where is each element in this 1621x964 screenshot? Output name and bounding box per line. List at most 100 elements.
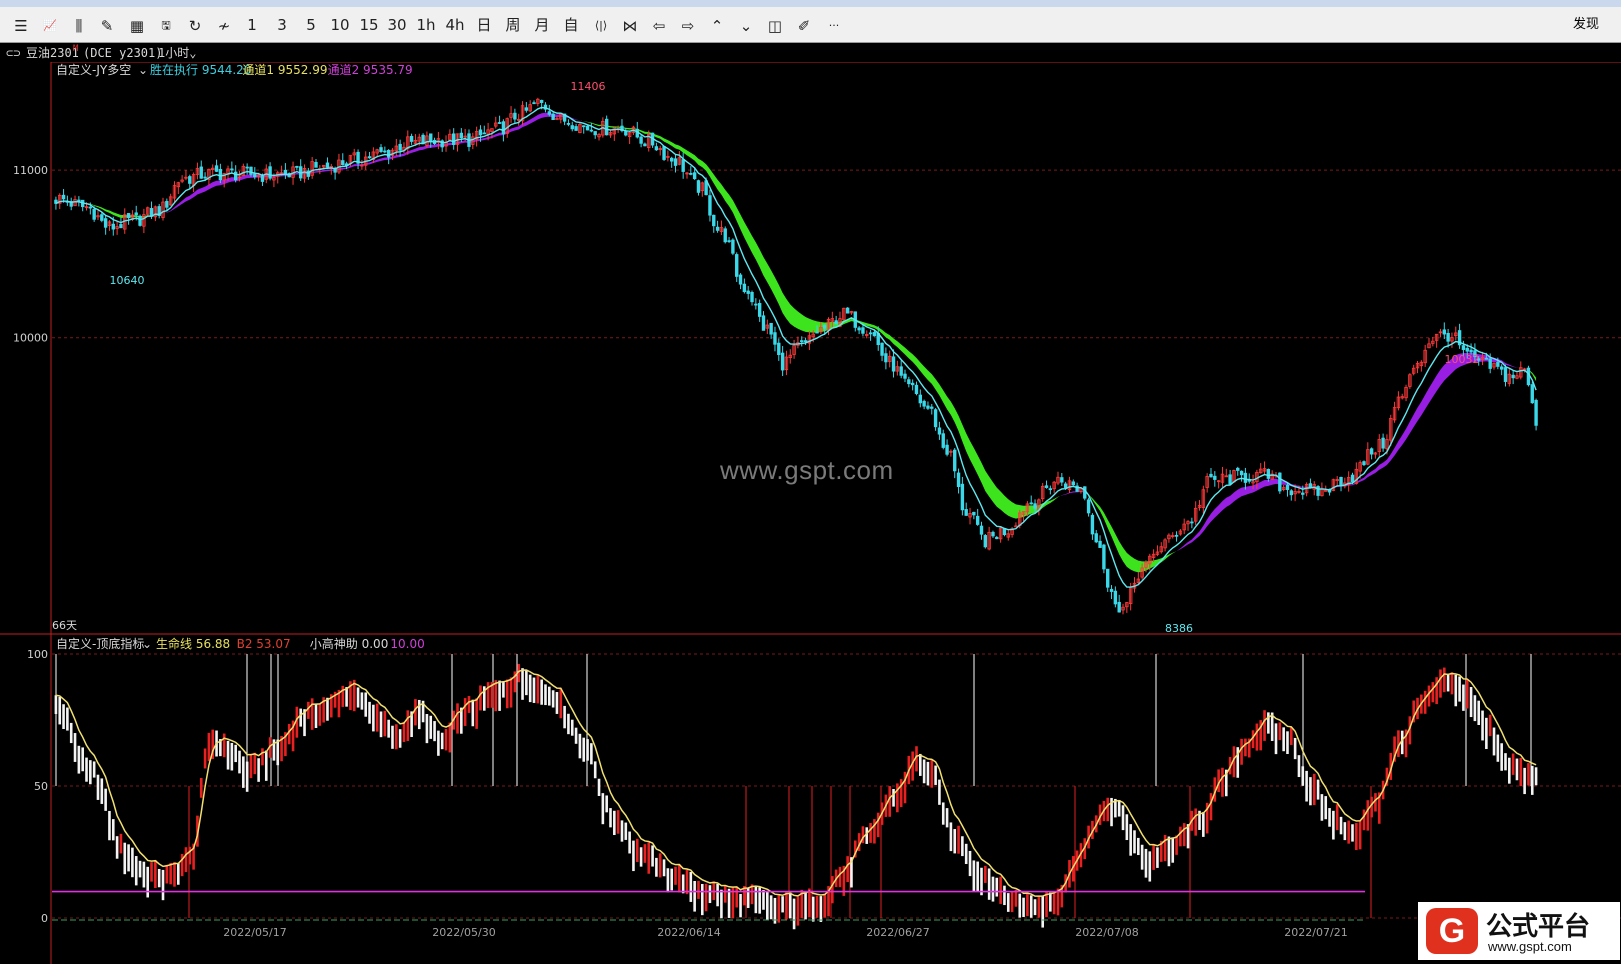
discover-button[interactable]: 发现 <box>1573 7 1599 43</box>
osc-bar <box>999 876 1002 904</box>
osc-bar <box>746 887 750 908</box>
osc-bar <box>643 844 647 863</box>
osc-bar <box>735 886 739 908</box>
osc-bar <box>62 704 65 730</box>
osc-bar <box>1029 895 1033 918</box>
arrow-down-icon[interactable]: ⌄ <box>733 12 759 40</box>
osc-bar <box>157 868 161 888</box>
zoom-out-icon[interactable]: ⋈ <box>617 12 643 40</box>
osc-bar <box>1450 672 1454 695</box>
osc-bar <box>169 863 172 885</box>
toolbar-period-5[interactable]: 5 <box>299 12 323 38</box>
toolbar-period-1h[interactable]: 1h <box>414 12 438 38</box>
candle-body <box>1316 486 1320 496</box>
draw-tool-icon[interactable]: ✎ <box>94 12 120 40</box>
candle-body <box>975 515 980 525</box>
toolbar-period-custom[interactable]: 自 <box>559 12 583 38</box>
toolbar-period-4h[interactable]: 4h <box>443 12 467 38</box>
osc-bar <box>69 722 73 744</box>
layout-icon[interactable]: ▦ <box>124 12 150 40</box>
osc-bar <box>957 825 960 854</box>
osc-bar <box>846 856 849 883</box>
osc-bar <box>1106 797 1110 822</box>
osc-bar <box>383 710 387 737</box>
arrow-up-icon[interactable]: ⌃ <box>704 12 730 40</box>
candle-body <box>681 159 685 172</box>
toolbar-period-15[interactable]: 15 <box>357 12 381 38</box>
osc-bar <box>865 827 869 844</box>
candle-body <box>1106 568 1110 588</box>
osc-bar <box>1244 738 1247 757</box>
osc-bar <box>559 688 563 719</box>
more-icon[interactable]: ··· <box>821 12 847 40</box>
period-selector[interactable]: 1小时⌄ <box>158 44 196 62</box>
y-tick-label: 100 <box>27 648 48 661</box>
indicator-icon[interactable]: ≁ <box>211 12 237 40</box>
panel-icon[interactable]: ◫ <box>762 12 788 40</box>
pen-icon[interactable]: ✐ <box>791 12 817 40</box>
candle-body <box>654 146 659 151</box>
site-logo: G 公式平台 www.gspt.com <box>1418 902 1620 960</box>
candle-body <box>1350 474 1355 483</box>
toolbar-period-30[interactable]: 30 <box>385 12 409 38</box>
osc-bar <box>253 752 257 775</box>
osc-bar <box>1049 892 1052 912</box>
osc-bar <box>92 761 96 778</box>
osc-bar <box>1462 684 1465 711</box>
arrow-right-icon[interactable]: ⇨ <box>675 12 701 40</box>
toolbar-period-10[interactable]: 10 <box>328 12 352 38</box>
toolbar-period-1[interactable]: 1 <box>240 12 264 38</box>
candle-body <box>88 206 93 209</box>
candle-body <box>884 353 888 363</box>
osc-bar <box>1137 837 1140 856</box>
osc-bar <box>134 856 138 886</box>
candle-body <box>199 166 203 179</box>
osc-bar <box>222 733 226 758</box>
refresh-icon[interactable]: ↻ <box>182 12 208 40</box>
toolbar-period-week[interactable]: 周 <box>501 12 525 38</box>
osc-bar <box>1431 682 1435 703</box>
candle-body <box>539 99 544 103</box>
osc-bar <box>173 861 176 887</box>
osc-bar <box>551 690 555 708</box>
list-icon[interactable]: ☰ <box>8 12 34 40</box>
candle-body <box>639 136 643 144</box>
arrow-left-icon[interactable]: ⇦ <box>646 12 672 40</box>
osc-bar <box>961 836 964 857</box>
line-chart-icon[interactable]: 📈 <box>37 12 63 40</box>
candle-body <box>964 509 968 516</box>
osc-bar <box>697 880 700 899</box>
candle-body <box>899 366 903 376</box>
osc-bar <box>984 865 987 883</box>
candle-body <box>1098 540 1102 548</box>
osc-bar <box>796 896 800 926</box>
candle-body <box>314 161 318 168</box>
link-icon[interactable]: ⊂⊃ <box>6 44 20 62</box>
zoom-in-icon[interactable]: ⟨|⟩ <box>588 12 614 40</box>
osc-bar <box>1519 757 1523 787</box>
osc-bar <box>1477 700 1481 726</box>
osc-bar <box>326 697 329 721</box>
osc-bar <box>521 668 524 700</box>
candlestick-icon[interactable]: ⫼ <box>66 12 92 40</box>
candle-body <box>930 406 934 409</box>
osc-bar <box>138 860 142 878</box>
chart-canvas[interactable]: 1100010000100500114061064010032838666天自定… <box>0 62 1621 964</box>
osc-bar <box>1006 893 1010 912</box>
osc-bar <box>356 687 360 708</box>
annotation-high-right: 10032 <box>1445 353 1480 366</box>
osc-bar <box>808 888 811 918</box>
osc-bar <box>502 681 505 698</box>
toolbar-period-day[interactable]: 日 <box>472 12 496 38</box>
candle-body <box>532 102 536 105</box>
candle-body <box>956 472 961 488</box>
save-icon[interactable]: 🖫 <box>153 12 179 40</box>
candle-body <box>230 168 234 171</box>
candle-body <box>727 240 731 243</box>
osc-bar <box>387 719 390 738</box>
candle-body <box>1228 474 1232 485</box>
osc-bar <box>467 696 471 713</box>
toolbar-period-month[interactable]: 月 <box>530 12 554 38</box>
osc-bar <box>1240 738 1243 765</box>
toolbar-period-3[interactable]: 3 <box>270 12 294 38</box>
